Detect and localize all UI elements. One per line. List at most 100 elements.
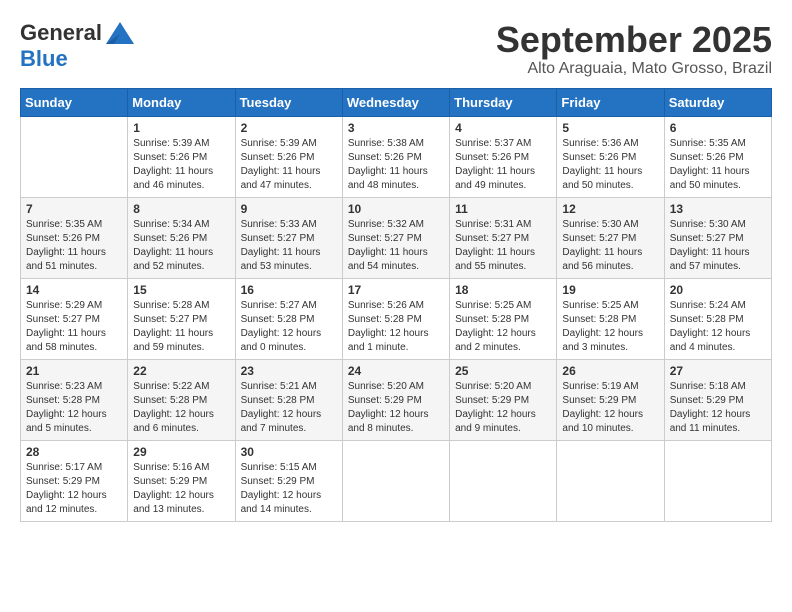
day-number: 17: [348, 283, 444, 297]
day-info: Sunrise: 5:29 AM Sunset: 5:27 PM Dayligh…: [26, 299, 122, 355]
day-header-tuesday: Tuesday: [235, 88, 342, 116]
calendar-day-cell: 16 Sunrise: 5:27 AM Sunset: 5:28 PM Dayli…: [235, 278, 342, 359]
calendar-empty-cell: [664, 440, 771, 521]
day-info: Sunrise: 5:32 AM Sunset: 5:27 PM Dayligh…: [348, 218, 444, 274]
calendar-day-cell: 15 Sunrise: 5:28 AM Sunset: 5:27 PM Dayli…: [128, 278, 235, 359]
calendar-day-cell: 4Sunrise: 5:37 AM Sunset: 5:26 PM Daylig…: [450, 116, 557, 197]
calendar-day-cell: 28 Sunrise: 5:17 AM Sunset: 5:29 PM Dayli…: [21, 440, 128, 521]
logo-icon: [106, 22, 134, 44]
day-number: 18: [455, 283, 551, 297]
calendar-header-row: SundayMondayTuesdayWednesdayThursdayFrid…: [21, 88, 772, 116]
day-info: Sunrise: 5:27 AM Sunset: 5:28 PM Dayligh…: [241, 299, 337, 355]
page-header: General Blue September 2025 Alto Araguai…: [20, 20, 772, 78]
day-info: Sunrise: 5:18 AM Sunset: 5:29 PM Dayligh…: [670, 380, 766, 436]
location: Alto Araguaia, Mato Grosso, Brazil: [496, 60, 772, 78]
day-header-friday: Friday: [557, 88, 664, 116]
day-number: 3: [348, 121, 444, 135]
logo-general-text: General: [20, 20, 102, 46]
day-info: Sunrise: 5:34 AM Sunset: 5:26 PM Dayligh…: [133, 218, 229, 274]
calendar-day-cell: 12 Sunrise: 5:30 AM Sunset: 5:27 PM Dayli…: [557, 197, 664, 278]
calendar-day-cell: 6Sunrise: 5:35 AM Sunset: 5:26 PM Daylig…: [664, 116, 771, 197]
day-info: Sunrise: 5:37 AM Sunset: 5:26 PM Dayligh…: [455, 137, 551, 193]
day-number: 28: [26, 445, 122, 459]
calendar-week-row: 1 Sunrise: 5:39 AM Sunset: 5:26 PM Daylig…: [21, 116, 772, 197]
day-info: Sunrise: 5:20 AM Sunset: 5:29 PM Dayligh…: [455, 380, 551, 436]
calendar-day-cell: 14 Sunrise: 5:29 AM Sunset: 5:27 PM Dayli…: [21, 278, 128, 359]
day-number: 2: [241, 121, 337, 135]
calendar-week-row: 21Sunrise: 5:23 AM Sunset: 5:28 PM Dayli…: [21, 359, 772, 440]
day-number: 14: [26, 283, 122, 297]
calendar-day-cell: 13 Sunrise: 5:30 AM Sunset: 5:27 PM Dayli…: [664, 197, 771, 278]
calendar-week-row: 14 Sunrise: 5:29 AM Sunset: 5:27 PM Dayli…: [21, 278, 772, 359]
title-section: September 2025 Alto Araguaia, Mato Gross…: [496, 20, 772, 78]
calendar-day-cell: 5 Sunrise: 5:36 AM Sunset: 5:26 PM Daylig…: [557, 116, 664, 197]
day-header-sunday: Sunday: [21, 88, 128, 116]
day-info: Sunrise: 5:28 AM Sunset: 5:27 PM Dayligh…: [133, 299, 229, 355]
day-number: 6: [670, 121, 766, 135]
day-number: 19: [562, 283, 658, 297]
calendar-day-cell: 11 Sunrise: 5:31 AM Sunset: 5:27 PM Dayli…: [450, 197, 557, 278]
day-number: 7: [26, 202, 122, 216]
day-info: Sunrise: 5:16 AM Sunset: 5:29 PM Dayligh…: [133, 461, 229, 517]
calendar-day-cell: 18 Sunrise: 5:25 AM Sunset: 5:28 PM Dayli…: [450, 278, 557, 359]
day-number: 16: [241, 283, 337, 297]
day-info: Sunrise: 5:20 AM Sunset: 5:29 PM Dayligh…: [348, 380, 444, 436]
day-info: Sunrise: 5:30 AM Sunset: 5:27 PM Dayligh…: [670, 218, 766, 274]
day-number: 10: [348, 202, 444, 216]
day-number: 30: [241, 445, 337, 459]
day-info: Sunrise: 5:36 AM Sunset: 5:26 PM Dayligh…: [562, 137, 658, 193]
day-number: 8: [133, 202, 229, 216]
day-info: Sunrise: 5:30 AM Sunset: 5:27 PM Dayligh…: [562, 218, 658, 274]
day-info: Sunrise: 5:21 AM Sunset: 5:28 PM Dayligh…: [241, 380, 337, 436]
day-info: Sunrise: 5:17 AM Sunset: 5:29 PM Dayligh…: [26, 461, 122, 517]
calendar-day-cell: 8 Sunrise: 5:34 AM Sunset: 5:26 PM Daylig…: [128, 197, 235, 278]
calendar-day-cell: 7Sunrise: 5:35 AM Sunset: 5:26 PM Daylig…: [21, 197, 128, 278]
day-header-wednesday: Wednesday: [342, 88, 449, 116]
day-number: 21: [26, 364, 122, 378]
day-number: 15: [133, 283, 229, 297]
calendar-day-cell: 20 Sunrise: 5:24 AM Sunset: 5:28 PM Dayli…: [664, 278, 771, 359]
day-info: Sunrise: 5:15 AM Sunset: 5:29 PM Dayligh…: [241, 461, 337, 517]
calendar-day-cell: 3 Sunrise: 5:38 AM Sunset: 5:26 PM Daylig…: [342, 116, 449, 197]
day-header-saturday: Saturday: [664, 88, 771, 116]
day-info: Sunrise: 5:38 AM Sunset: 5:26 PM Dayligh…: [348, 137, 444, 193]
day-info: Sunrise: 5:39 AM Sunset: 5:26 PM Dayligh…: [133, 137, 229, 193]
calendar-empty-cell: [342, 440, 449, 521]
day-info: Sunrise: 5:25 AM Sunset: 5:28 PM Dayligh…: [455, 299, 551, 355]
day-number: 9: [241, 202, 337, 216]
day-number: 20: [670, 283, 766, 297]
day-number: 24: [348, 364, 444, 378]
calendar-day-cell: 10 Sunrise: 5:32 AM Sunset: 5:27 PM Dayli…: [342, 197, 449, 278]
calendar-day-cell: 2 Sunrise: 5:39 AM Sunset: 5:26 PM Daylig…: [235, 116, 342, 197]
day-number: 27: [670, 364, 766, 378]
calendar-day-cell: 30 Sunrise: 5:15 AM Sunset: 5:29 PM Dayli…: [235, 440, 342, 521]
calendar-week-row: 7Sunrise: 5:35 AM Sunset: 5:26 PM Daylig…: [21, 197, 772, 278]
calendar-day-cell: 27 Sunrise: 5:18 AM Sunset: 5:29 PM Dayli…: [664, 359, 771, 440]
calendar-empty-cell: [557, 440, 664, 521]
logo: General Blue: [20, 20, 134, 72]
day-info: Sunrise: 5:22 AM Sunset: 5:28 PM Dayligh…: [133, 380, 229, 436]
calendar-day-cell: 26 Sunrise: 5:19 AM Sunset: 5:29 PM Dayli…: [557, 359, 664, 440]
day-number: 26: [562, 364, 658, 378]
day-info: Sunrise: 5:31 AM Sunset: 5:27 PM Dayligh…: [455, 218, 551, 274]
calendar-day-cell: 22 Sunrise: 5:22 AM Sunset: 5:28 PM Dayli…: [128, 359, 235, 440]
day-number: 29: [133, 445, 229, 459]
day-number: 12: [562, 202, 658, 216]
day-info: Sunrise: 5:24 AM Sunset: 5:28 PM Dayligh…: [670, 299, 766, 355]
day-info: Sunrise: 5:26 AM Sunset: 5:28 PM Dayligh…: [348, 299, 444, 355]
day-number: 1: [133, 121, 229, 135]
day-number: 11: [455, 202, 551, 216]
calendar-day-cell: 24 Sunrise: 5:20 AM Sunset: 5:29 PM Dayli…: [342, 359, 449, 440]
calendar-day-cell: 29 Sunrise: 5:16 AM Sunset: 5:29 PM Dayli…: [128, 440, 235, 521]
calendar-day-cell: 21Sunrise: 5:23 AM Sunset: 5:28 PM Dayli…: [21, 359, 128, 440]
day-number: 25: [455, 364, 551, 378]
logo-blue-text: Blue: [20, 46, 68, 71]
day-number: 22: [133, 364, 229, 378]
day-info: Sunrise: 5:19 AM Sunset: 5:29 PM Dayligh…: [562, 380, 658, 436]
day-number: 5: [562, 121, 658, 135]
calendar-day-cell: 19Sunrise: 5:25 AM Sunset: 5:28 PM Dayli…: [557, 278, 664, 359]
day-number: 13: [670, 202, 766, 216]
day-header-monday: Monday: [128, 88, 235, 116]
day-info: Sunrise: 5:39 AM Sunset: 5:26 PM Dayligh…: [241, 137, 337, 193]
calendar-table: SundayMondayTuesdayWednesdayThursdayFrid…: [20, 88, 772, 522]
